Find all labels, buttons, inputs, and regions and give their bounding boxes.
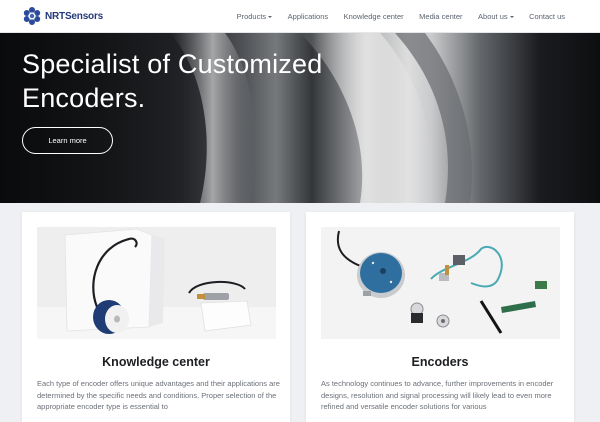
caret-down-icon <box>509 15 514 18</box>
nav-item-label: Knowledge center <box>343 12 404 21</box>
encoders-card[interactable]: Encoders As technology continues to adva… <box>306 212 574 422</box>
hero-title-line2: Encoders. <box>22 83 146 113</box>
nav-item-products[interactable]: Products <box>237 12 273 21</box>
top-navbar: NRTSensors Products Applications Knowled… <box>0 0 600 33</box>
nav-item-label: Contact us <box>529 12 565 21</box>
nav-item-about-us[interactable]: About us <box>478 12 514 21</box>
card-title: Encoders <box>411 355 469 369</box>
hero-title: Specialist of Customized Encoders. <box>22 47 362 115</box>
card-description: Each type of encoder offers unique advan… <box>37 379 280 411</box>
nav-item-knowledge-center[interactable]: Knowledge center <box>344 12 404 21</box>
learn-more-button[interactable]: Learn more <box>22 127 113 154</box>
card-title: Knowledge center <box>102 355 210 369</box>
encoders-image <box>321 227 560 339</box>
nav-item-label: Applications <box>287 12 329 21</box>
nav-item-contact-us[interactable]: Contact us <box>529 12 565 21</box>
brand-link[interactable]: NRTSensors <box>22 5 103 27</box>
brand-name: NRTSensors <box>45 10 104 22</box>
knowledge-center-card[interactable]: Knowledge center Each type of encoder of… <box>22 212 290 422</box>
nav-item-applications[interactable]: Applications <box>288 12 328 21</box>
nav-item-label: Media center <box>419 12 463 21</box>
knowledge-center-image <box>37 227 276 339</box>
hero-banner: Specialist of Customized Encoders. Learn… <box>0 33 600 203</box>
nav-item-label: Products <box>236 12 267 21</box>
hero-title-line1: Specialist of Customized <box>22 49 323 79</box>
nav-menu: Products Applications Knowledge center M… <box>237 0 565 33</box>
card-description: As technology continues to advance, furt… <box>321 379 554 411</box>
caret-down-icon <box>268 15 273 18</box>
nav-item-label: About us <box>478 12 508 21</box>
nav-item-media-center[interactable]: Media center <box>419 12 462 21</box>
flower-logo-icon <box>23 7 41 25</box>
